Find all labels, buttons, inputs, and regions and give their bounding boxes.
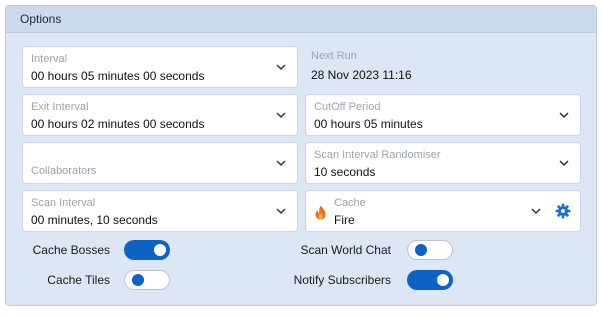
scan-interval-randomiser-label: Scan Interval Randomiser bbox=[314, 149, 441, 161]
cache-tiles-label: Cache Tiles bbox=[47, 273, 110, 287]
next-run-value: 28 Nov 2023 11:16 bbox=[311, 68, 412, 82]
panel-title: Options bbox=[6, 6, 596, 33]
exit-interval-value: 00 hours 02 minutes 00 seconds bbox=[31, 117, 205, 131]
notify-subscribers-label: Notify Subscribers bbox=[293, 273, 391, 287]
toggle-knob bbox=[154, 244, 166, 256]
scan-interval-randomiser-dropdown[interactable]: Scan Interval Randomiser 10 seconds bbox=[305, 142, 581, 184]
cache-dropdown[interactable]: Cache Fire bbox=[305, 190, 581, 232]
toggle-knob bbox=[132, 274, 144, 286]
scan-interval-dropdown[interactable]: Scan Interval 00 minutes, 10 seconds bbox=[22, 190, 298, 232]
exit-interval-dropdown[interactable]: Exit Interval 00 hours 02 minutes 00 sec… bbox=[22, 94, 298, 136]
fire-icon bbox=[315, 205, 326, 220]
cutoff-period-label: CutOff Period bbox=[314, 101, 381, 113]
chevron-down-icon bbox=[276, 112, 286, 119]
chevron-down-icon bbox=[559, 112, 569, 119]
scan-interval-value: 00 minutes, 10 seconds bbox=[31, 213, 158, 227]
chevron-down-icon bbox=[276, 160, 286, 167]
notify-subscribers-toggle[interactable] bbox=[407, 270, 453, 290]
cache-value: Fire bbox=[334, 213, 355, 227]
collaborators-dropdown[interactable]: Collaborators bbox=[22, 142, 298, 184]
gear-icon[interactable] bbox=[555, 203, 571, 219]
cache-bosses-label: Cache Bosses bbox=[32, 243, 110, 257]
next-run-display: Next Run 28 Nov 2023 11:16 bbox=[305, 46, 581, 88]
scan-world-chat-toggle[interactable] bbox=[407, 240, 453, 260]
toggle-knob bbox=[437, 274, 449, 286]
chevron-down-icon bbox=[276, 208, 286, 215]
cutoff-period-dropdown[interactable]: CutOff Period 00 hours 05 minutes bbox=[305, 94, 581, 136]
collaborators-label: Collaborators bbox=[31, 165, 97, 177]
chevron-down-icon bbox=[276, 64, 286, 71]
interval-dropdown[interactable]: Interval 00 hours 05 minutes 00 seconds bbox=[22, 46, 298, 88]
interval-label: Interval bbox=[31, 53, 68, 65]
chevron-down-icon bbox=[559, 160, 569, 167]
exit-interval-label: Exit Interval bbox=[31, 101, 89, 113]
scan-world-chat-label: Scan World Chat bbox=[300, 243, 392, 257]
cache-label: Cache bbox=[334, 197, 366, 209]
next-run-label: Next Run bbox=[311, 50, 357, 62]
cache-bosses-toggle[interactable] bbox=[124, 240, 170, 260]
scan-interval-label: Scan Interval bbox=[31, 197, 96, 209]
cutoff-period-value: 00 hours 05 minutes bbox=[314, 117, 423, 131]
chevron-down-icon bbox=[531, 208, 541, 215]
scan-interval-randomiser-value: 10 seconds bbox=[314, 165, 376, 179]
toggle-knob bbox=[415, 244, 427, 256]
interval-value: 00 hours 05 minutes 00 seconds bbox=[31, 69, 205, 83]
cache-tiles-toggle[interactable] bbox=[124, 270, 170, 290]
